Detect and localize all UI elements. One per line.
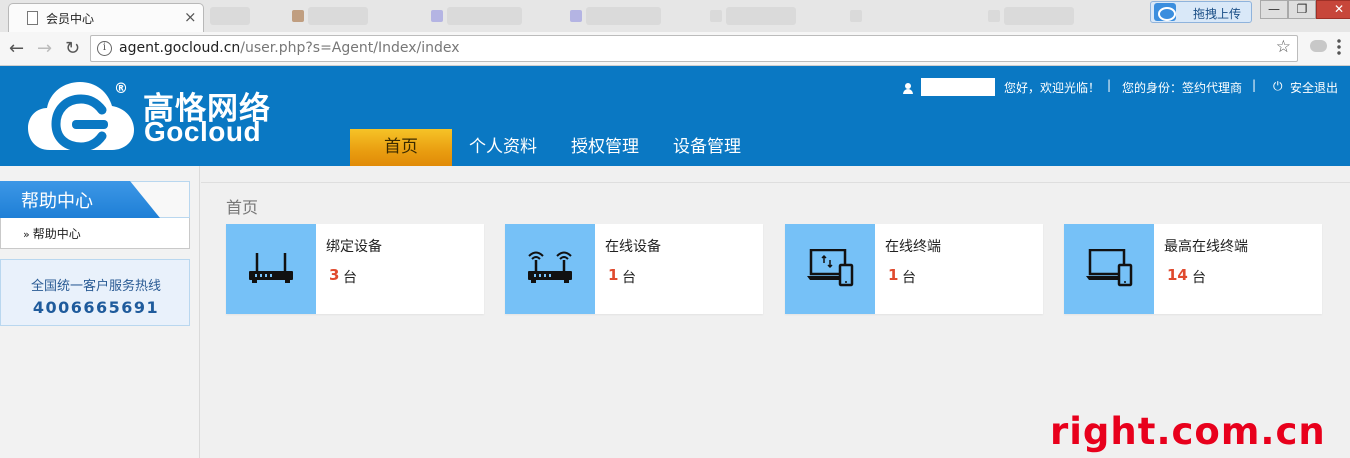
separator: | xyxy=(1252,78,1257,92)
reload-icon[interactable]: ↻ xyxy=(65,38,80,59)
browser-menu-icon[interactable] xyxy=(1337,38,1341,57)
router-icon xyxy=(249,253,293,283)
card-unit: 台 xyxy=(622,270,636,286)
help-list: » 帮助中心 xyxy=(0,218,190,249)
browser-tab-active[interactable]: 会员中心 × xyxy=(8,3,204,32)
browser-tab-blurred[interactable] xyxy=(210,7,250,25)
watermark-text: right.com.cn xyxy=(1050,410,1326,453)
card-label: 绑定设备 xyxy=(326,239,382,255)
wifi-router-icon xyxy=(528,251,572,283)
window-minimize-button[interactable]: — xyxy=(1260,0,1288,19)
site-info-icon[interactable]: i xyxy=(97,41,112,56)
help-center-title: 帮助中心 xyxy=(21,191,93,212)
upload-button-label: 拖拽上传 xyxy=(1193,7,1242,21)
card-label: 在线设备 xyxy=(605,239,661,255)
url-text[interactable]: agent.gocloud.cn/user.php?s=Agent/Index/… xyxy=(119,40,460,56)
help-link-label: 帮助中心 xyxy=(32,227,81,241)
browser-toolbar: ← → ↻ i agent.gocloud.cn/user.php?s=Agen… xyxy=(0,32,1350,66)
laptop-phone-icon xyxy=(1086,249,1133,287)
stat-card-online-terminals: 在线终端 1 台 xyxy=(785,224,1043,314)
card-unit: 台 xyxy=(1192,270,1206,286)
card-value: 3 xyxy=(329,266,340,284)
card-icon-area xyxy=(1064,224,1154,314)
card-icon-area xyxy=(505,224,595,314)
tab-title: 会员中心 xyxy=(46,12,95,26)
browser-tab-blurred[interactable] xyxy=(988,10,1000,22)
registered-mark: ® xyxy=(114,81,128,97)
url-host: agent.gocloud.cn xyxy=(119,40,241,56)
browser-tab-blurred[interactable] xyxy=(726,7,796,25)
card-value: 1 xyxy=(888,266,899,284)
stat-card-online-devices: 在线设备 1 台 xyxy=(505,224,763,314)
browser-tab-blurred[interactable] xyxy=(431,10,443,22)
card-value: 14 xyxy=(1167,266,1188,284)
card-label: 最高在线终端 xyxy=(1164,239,1248,255)
forward-arrow-icon[interactable]: → xyxy=(37,38,52,59)
user-icon xyxy=(903,83,913,94)
browser-tab-blurred[interactable] xyxy=(570,10,582,22)
page-icon xyxy=(27,11,38,25)
cloud-upload-icon xyxy=(1154,3,1176,21)
nav-profile[interactable]: 个人资料 xyxy=(456,129,550,166)
stat-card-peak-terminals: 最高在线终端 14 台 xyxy=(1064,224,1322,314)
laptop-phone-sync-icon xyxy=(807,249,854,287)
logout-link[interactable]: 安全退出 xyxy=(1290,79,1338,96)
help-center-link[interactable]: » 帮助中心 xyxy=(23,225,81,242)
identity-text: 您的身份：签约代理商 xyxy=(1122,81,1243,95)
drag-upload-button[interactable]: 拖拽上传 xyxy=(1150,1,1252,23)
browser-tab-blurred[interactable] xyxy=(292,10,304,22)
back-arrow-icon[interactable]: ← xyxy=(9,38,24,59)
browser-tab-blurred[interactable] xyxy=(1004,7,1074,25)
address-bar[interactable]: i agent.gocloud.cn/user.php?s=Agent/Inde… xyxy=(90,35,1298,62)
site-header: ® 高恪网络 Gocloud 您好，欢迎光临！ | 您的身份：签约代理商 | ⏻… xyxy=(0,66,1350,166)
welcome-text: 您好，欢迎光临！ xyxy=(1004,81,1101,95)
hotline-number: 4006665691 xyxy=(32,298,160,317)
window-close-button[interactable]: ✕ xyxy=(1316,0,1350,19)
tab-close-icon[interactable]: × xyxy=(184,8,197,26)
browser-tab-blurred[interactable] xyxy=(447,7,522,25)
browser-tab-bar: 会员中心 × 拖拽上传 — ❐ ✕ xyxy=(0,0,1350,32)
nav-home[interactable]: 首页 xyxy=(350,129,452,166)
browser-tab-blurred[interactable] xyxy=(308,7,368,25)
extension-cloud-icon[interactable] xyxy=(1310,40,1327,52)
url-path: /user.php?s=Agent/Index/index xyxy=(240,40,460,56)
separator: | xyxy=(1107,78,1112,92)
window-restore-button[interactable]: ❐ xyxy=(1288,0,1316,19)
card-icon-area xyxy=(226,224,316,314)
card-value: 1 xyxy=(608,266,619,284)
sidebar: 帮助中心 » 帮助中心 全国统一客户服务热线 4006665691 xyxy=(0,166,200,458)
hotline-box: 全国统一客户服务热线 4006665691 xyxy=(0,259,190,326)
bookmark-star-icon[interactable]: ☆ xyxy=(1276,37,1291,57)
username-redacted xyxy=(921,78,995,96)
stat-card-bound-devices: 绑定设备 3 台 xyxy=(226,224,484,314)
brand-name-en: Gocloud xyxy=(144,116,262,147)
browser-tab-blurred[interactable] xyxy=(850,10,862,22)
double-chevron-icon: » xyxy=(23,228,30,241)
power-icon[interactable]: ⏻ xyxy=(1273,79,1283,94)
breadcrumb: 首页 xyxy=(226,198,259,217)
card-icon-area xyxy=(785,224,875,314)
browser-tab-blurred[interactable] xyxy=(710,10,722,22)
nav-license[interactable]: 授权管理 xyxy=(558,129,652,166)
card-unit: 台 xyxy=(343,270,357,286)
hotline-label: 全国统一客户服务热线 xyxy=(30,279,161,294)
card-unit: 台 xyxy=(902,270,916,286)
nav-devices[interactable]: 设备管理 xyxy=(660,129,754,166)
card-label: 在线终端 xyxy=(885,239,941,255)
browser-tab-blurred[interactable] xyxy=(586,7,661,25)
help-center-header: 帮助中心 xyxy=(0,181,190,218)
